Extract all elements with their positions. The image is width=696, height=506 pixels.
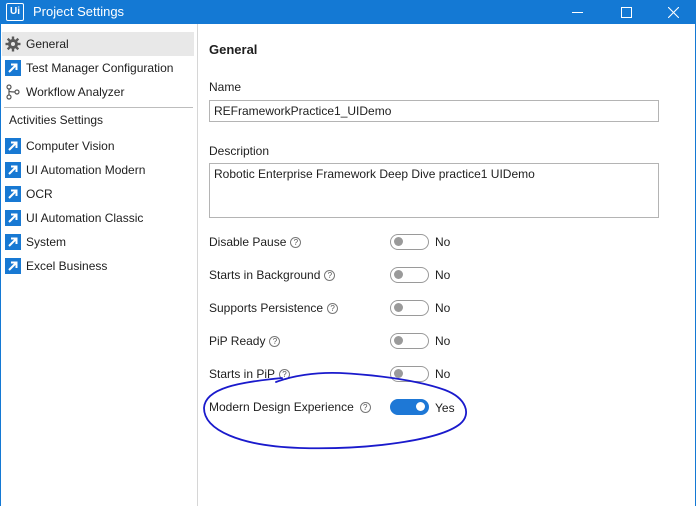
supports-persistence-label: Supports Persistence ? bbox=[209, 301, 339, 315]
pip-ready-value: No bbox=[435, 334, 451, 348]
sidebar-item-label: UI Automation Classic bbox=[26, 211, 144, 225]
toggle-knob bbox=[416, 402, 425, 411]
modern-design-experience-label: Modern Design Experience ? bbox=[209, 400, 371, 414]
name-input[interactable]: REFrameworkPractice1_UIDemo bbox=[209, 100, 659, 122]
minimize-button[interactable] bbox=[554, 0, 600, 24]
title-bar: Ui Project Settings bbox=[0, 0, 696, 24]
sidebar-item-workflow-analyzer[interactable]: Workflow Analyzer bbox=[2, 80, 194, 104]
workflow-analyzer-icon bbox=[6, 84, 20, 100]
maximize-button[interactable] bbox=[603, 0, 649, 24]
sidebar-item-test-manager[interactable]: Test Manager Configuration bbox=[2, 56, 194, 80]
help-icon[interactable]: ? bbox=[359, 401, 371, 413]
close-button[interactable] bbox=[650, 0, 696, 24]
sidebar-item-system[interactable]: System bbox=[2, 230, 194, 254]
sidebar-item-label: Test Manager Configuration bbox=[26, 61, 174, 75]
pip-ready-toggle[interactable] bbox=[390, 333, 429, 349]
activity-package-icon bbox=[5, 162, 21, 178]
help-icon[interactable]: ? bbox=[327, 302, 339, 314]
settings-panel: General Name REFrameworkPractice1_UIDemo… bbox=[199, 24, 695, 506]
gear-icon bbox=[5, 36, 21, 52]
supports-persistence-toggle[interactable] bbox=[390, 300, 429, 316]
activity-package-icon bbox=[5, 138, 21, 154]
sidebar: General Test Manager Configuration Workf… bbox=[1, 24, 198, 506]
help-icon[interactable]: ? bbox=[279, 368, 291, 380]
activity-package-icon bbox=[5, 258, 21, 274]
disable-pause-value: No bbox=[435, 235, 451, 249]
uipath-logo-icon: Ui bbox=[6, 3, 24, 21]
help-icon[interactable]: ? bbox=[324, 269, 336, 281]
starts-in-background-toggle[interactable] bbox=[390, 267, 429, 283]
sidebar-item-label: General bbox=[26, 37, 69, 51]
minimize-icon bbox=[571, 11, 583, 13]
sidebar-item-ui-automation-modern[interactable]: UI Automation Modern bbox=[2, 158, 194, 182]
toggle-knob bbox=[394, 237, 403, 246]
setting-label-text: Modern Design Experience bbox=[209, 400, 354, 414]
help-icon[interactable]: ? bbox=[269, 335, 281, 347]
help-icon[interactable]: ? bbox=[290, 236, 302, 248]
sidebar-item-computer-vision[interactable]: Computer Vision bbox=[2, 134, 194, 158]
page-title: General bbox=[209, 42, 258, 57]
activity-package-icon bbox=[5, 234, 21, 250]
activity-package-icon bbox=[5, 60, 21, 76]
toggle-knob bbox=[394, 270, 403, 279]
setting-label-text: PiP Ready bbox=[209, 334, 266, 348]
sidebar-item-ocr[interactable]: OCR bbox=[2, 182, 194, 206]
disable-pause-label: Disable Pause ? bbox=[209, 235, 302, 249]
sidebar-item-label: Excel Business bbox=[26, 259, 108, 273]
setting-label-text: Starts in Background bbox=[209, 268, 321, 282]
disable-pause-toggle[interactable] bbox=[390, 234, 429, 250]
activity-package-icon bbox=[5, 186, 21, 202]
close-icon bbox=[667, 6, 679, 18]
starts-in-background-value: No bbox=[435, 268, 451, 282]
starts-in-pip-value: No bbox=[435, 367, 451, 381]
toggle-knob bbox=[394, 336, 403, 345]
setting-label-text: Supports Persistence bbox=[209, 301, 324, 315]
toggle-knob bbox=[394, 303, 403, 312]
sidebar-item-label: Computer Vision bbox=[26, 139, 115, 153]
setting-label-text: Starts in PiP bbox=[209, 367, 276, 381]
setting-label-text: Disable Pause bbox=[209, 235, 287, 249]
supports-persistence-value: No bbox=[435, 301, 451, 315]
sidebar-item-label: OCR bbox=[26, 187, 53, 201]
activity-package-icon bbox=[5, 210, 21, 226]
description-input[interactable]: Robotic Enterprise Framework Deep Dive p… bbox=[209, 163, 659, 218]
modern-design-experience-value: Yes bbox=[435, 401, 455, 415]
starts-in-background-label: Starts in Background ? bbox=[209, 268, 336, 282]
maximize-icon bbox=[620, 6, 632, 18]
starts-in-pip-toggle[interactable] bbox=[390, 366, 429, 382]
description-label: Description bbox=[209, 144, 270, 158]
modern-design-experience-toggle[interactable] bbox=[390, 399, 429, 415]
pip-ready-label: PiP Ready ? bbox=[209, 334, 281, 348]
name-label: Name bbox=[209, 80, 242, 94]
starts-in-pip-label: Starts in PiP ? bbox=[209, 367, 291, 381]
toggle-knob bbox=[394, 369, 403, 378]
sidebar-item-label: UI Automation Modern bbox=[26, 163, 146, 177]
sidebar-item-label: System bbox=[26, 235, 67, 249]
sidebar-item-excel-business[interactable]: Excel Business bbox=[2, 254, 194, 278]
sidebar-divider bbox=[4, 107, 193, 108]
sidebar-section-title: Activities Settings bbox=[9, 113, 104, 127]
sidebar-item-ui-automation-classic[interactable]: UI Automation Classic bbox=[2, 206, 194, 230]
sidebar-item-label: Workflow Analyzer bbox=[26, 85, 125, 99]
window-title: Project Settings bbox=[33, 4, 125, 19]
sidebar-item-general[interactable]: General bbox=[2, 32, 194, 56]
